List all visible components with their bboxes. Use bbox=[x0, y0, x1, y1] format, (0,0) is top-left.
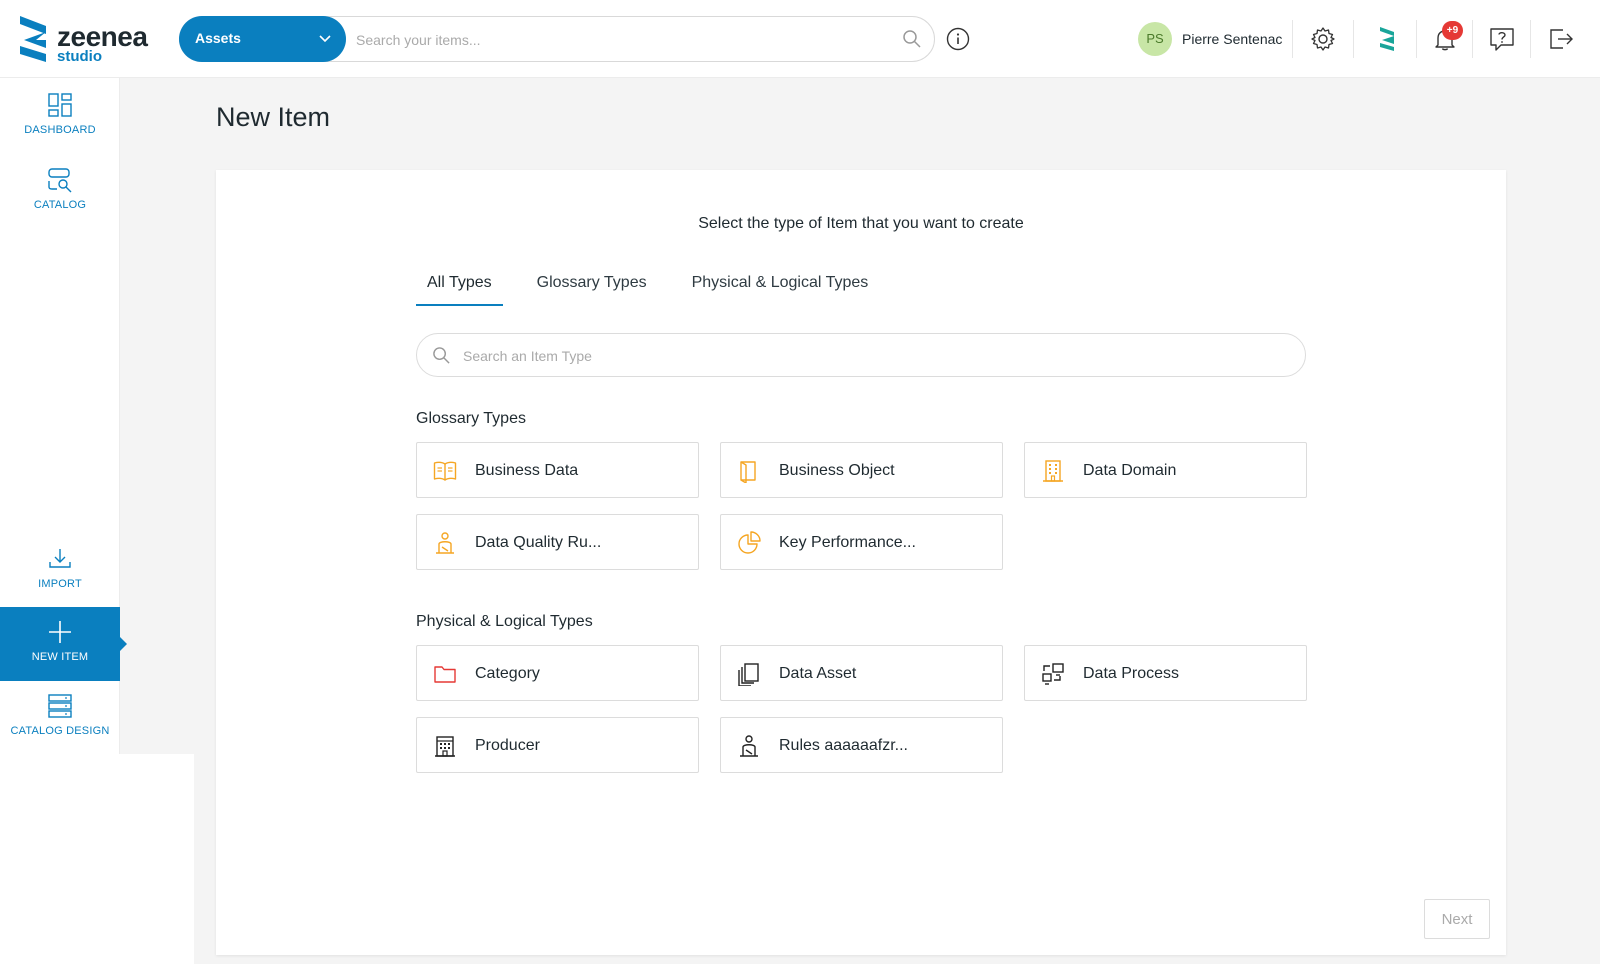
header-divider bbox=[1530, 20, 1531, 58]
office-building-icon bbox=[435, 736, 455, 757]
catalog-design-icon bbox=[48, 694, 72, 718]
user-menu[interactable]: PS Pierre Sentenac bbox=[1138, 22, 1282, 56]
catalog-icon bbox=[48, 168, 72, 193]
type-tile-label: Data Process bbox=[1083, 665, 1180, 682]
judge-icon bbox=[436, 532, 454, 554]
type-tile-key-performance[interactable]: Key Performance... bbox=[720, 514, 1003, 570]
import-icon bbox=[49, 549, 71, 568]
notification-badge: +9 bbox=[1442, 21, 1463, 40]
type-tile-producer[interactable]: Producer bbox=[416, 717, 699, 773]
card-subtitle: Select the type of Item that you want to… bbox=[698, 215, 1024, 232]
sidebar-item-label: NEW ITEM bbox=[31, 651, 89, 663]
tab-glossary-types[interactable]: Glossary Types bbox=[526, 274, 658, 306]
sidebar-item-label: CATALOG bbox=[33, 199, 87, 211]
book-icon bbox=[740, 461, 756, 483]
type-tabs: All Types Glossary Types Physical & Logi… bbox=[416, 274, 902, 306]
info-icon[interactable] bbox=[946, 27, 970, 51]
search-icon bbox=[433, 347, 450, 364]
zeenea-logo-mark-icon bbox=[20, 16, 46, 62]
scope-select-label: Assets bbox=[195, 30, 241, 46]
scope-select[interactable]: Assets bbox=[179, 16, 346, 62]
type-tile-label: Category bbox=[475, 665, 540, 682]
type-tile-label: Business Data bbox=[475, 462, 579, 479]
section-title-physical-logical: Physical & Logical Types bbox=[416, 613, 593, 630]
header-divider bbox=[1416, 20, 1417, 58]
type-tile-label: Data Asset bbox=[779, 665, 857, 682]
logo-primary-text: zeenea bbox=[57, 21, 148, 52]
type-tile-category[interactable]: Category bbox=[416, 645, 699, 701]
type-tile-label: Key Performance... bbox=[779, 534, 916, 551]
header-divider bbox=[1353, 20, 1354, 58]
page-title: New Item bbox=[216, 102, 331, 132]
sidebar: DASHBOARD CATALOG IMPORT NEW ITEM CATALO… bbox=[0, 78, 127, 755]
gear-icon[interactable] bbox=[1310, 26, 1336, 52]
type-tile-data-quality-rule[interactable]: Data Quality Ru... bbox=[416, 514, 699, 570]
global-search-input[interactable] bbox=[356, 29, 876, 51]
sidebar-item-catalog-design[interactable]: CATALOG DESIGN bbox=[0, 681, 120, 755]
type-tile-label: Producer bbox=[475, 737, 540, 754]
type-tile-data-asset[interactable]: Data Asset bbox=[720, 645, 1003, 701]
type-tile-label: Data Quality Ru... bbox=[475, 534, 602, 551]
tab-all-types[interactable]: All Types bbox=[416, 274, 503, 306]
sidebar-item-catalog[interactable]: CATALOG bbox=[0, 155, 120, 229]
user-name: Pierre Sentenac bbox=[1182, 31, 1283, 47]
next-button[interactable]: Next bbox=[1424, 899, 1490, 939]
type-tile-rules[interactable]: Rules aaaaaafzr... bbox=[720, 717, 1003, 773]
judge-icon bbox=[740, 735, 758, 757]
building-icon bbox=[1043, 460, 1063, 482]
type-tile-business-object[interactable]: Business Object bbox=[720, 442, 1003, 498]
dashboard-icon bbox=[48, 93, 72, 117]
search-icon[interactable] bbox=[902, 29, 922, 49]
item-type-search-input[interactable] bbox=[463, 345, 1263, 367]
type-tile-label: Data Domain bbox=[1083, 462, 1177, 479]
files-icon bbox=[738, 663, 759, 686]
chevron-down-icon bbox=[319, 35, 331, 43]
sidebar-item-dashboard[interactable]: DASHBOARD bbox=[0, 80, 120, 154]
plus-icon bbox=[49, 621, 71, 643]
sidebar-item-label: IMPORT bbox=[38, 578, 82, 590]
sidebar-item-new-item[interactable]: NEW ITEM bbox=[0, 607, 127, 681]
type-tile-business-data[interactable]: Business Data bbox=[416, 442, 699, 498]
help-icon[interactable] bbox=[1489, 26, 1515, 52]
sidebar-item-import[interactable]: IMPORT bbox=[0, 534, 120, 608]
folder-icon bbox=[434, 666, 456, 683]
top-header: zeenea studio Assets PS Pierre Sentenac bbox=[0, 0, 1600, 78]
sidebar-item-label: DASHBOARD bbox=[24, 124, 96, 136]
zeenea-logo[interactable]: zeenea studio bbox=[20, 16, 148, 64]
sidebar-item-label: CATALOG DESIGN bbox=[10, 725, 110, 737]
logout-icon[interactable] bbox=[1548, 26, 1574, 52]
pie-chart-icon bbox=[738, 531, 761, 554]
zeenea-app-icon[interactable] bbox=[1374, 26, 1400, 52]
tab-physical-logical-types[interactable]: Physical & Logical Types bbox=[681, 274, 880, 306]
section-title-glossary: Glossary Types bbox=[416, 410, 526, 427]
type-tile-label: Rules aaaaaafzr... bbox=[779, 737, 908, 754]
process-icon bbox=[1042, 663, 1064, 685]
global-search: Assets bbox=[179, 16, 935, 62]
header-divider bbox=[1472, 20, 1473, 58]
type-tile-data-domain[interactable]: Data Domain bbox=[1024, 442, 1307, 498]
header-divider bbox=[1292, 20, 1293, 58]
sidebar-footer-area bbox=[0, 754, 194, 964]
new-item-card: Select the type of Item that you want to… bbox=[216, 170, 1506, 955]
item-type-search bbox=[416, 333, 1306, 377]
type-tile-data-process[interactable]: Data Process bbox=[1024, 645, 1307, 701]
open-book-icon bbox=[433, 461, 457, 481]
type-tile-label: Business Object bbox=[779, 462, 895, 479]
avatar: PS bbox=[1138, 22, 1172, 56]
